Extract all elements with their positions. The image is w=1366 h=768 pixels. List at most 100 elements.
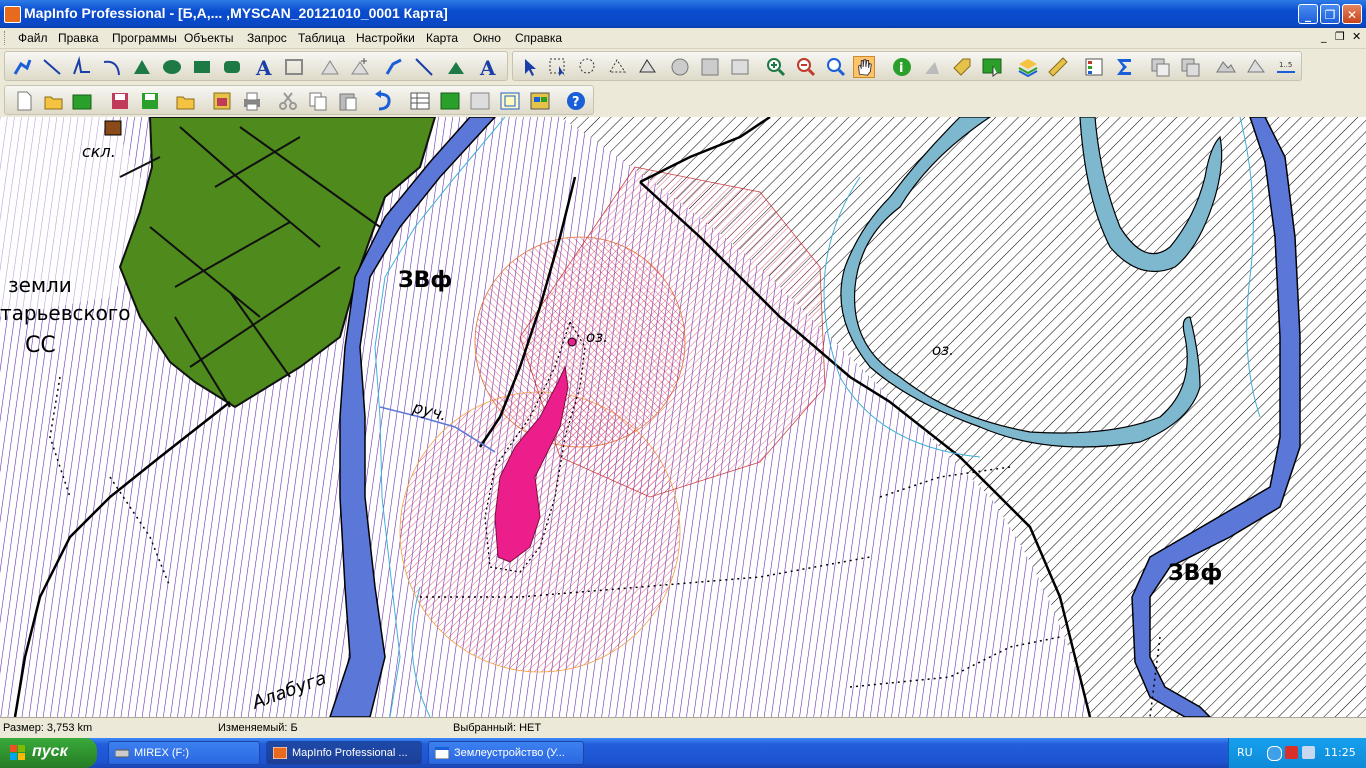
- menu-edit[interactable]: Правка: [58, 31, 99, 45]
- clip-region-icon[interactable]: [1149, 56, 1171, 78]
- add-node-plus-icon[interactable]: [349, 56, 371, 78]
- task-zemleustroistvo[interactable]: Землеустройство (У...: [428, 741, 584, 765]
- map-canvas[interactable]: скл. земли тарьевского СС ЗВф ЗВф оз. оз…: [0, 117, 1366, 717]
- reshape-icon[interactable]: [11, 56, 33, 78]
- label-oz-small: оз.: [586, 328, 608, 346]
- security-tray-icon[interactable]: [1285, 746, 1298, 759]
- new-mapper-icon[interactable]: [439, 90, 461, 112]
- zoom-out-icon[interactable]: [795, 56, 817, 78]
- display-tray-icon[interactable]: [1302, 746, 1315, 759]
- network-tray-icon[interactable]: [1267, 746, 1282, 761]
- minimize-button[interactable]: _: [1298, 4, 1318, 24]
- unselect-all-icon[interactable]: [669, 56, 691, 78]
- label-ss: СС: [25, 333, 56, 358]
- new-grapher-icon[interactable]: [469, 90, 491, 112]
- menu-query[interactable]: Запрос: [247, 31, 287, 45]
- task-mapinfo[interactable]: MapInfo Professional ...: [266, 741, 422, 765]
- new-layout-icon[interactable]: [499, 90, 521, 112]
- main-toolbar: i 1..5: [512, 51, 1302, 81]
- start-label: пуск: [32, 743, 68, 760]
- folder-icon[interactable]: [175, 90, 197, 112]
- menu-table[interactable]: Таблица: [298, 31, 345, 45]
- set-clip-region-icon[interactable]: [1179, 56, 1201, 78]
- start-button[interactable]: пуск: [0, 738, 97, 768]
- svg-text:1..5: 1..5: [1279, 61, 1292, 69]
- digitize-text-icon[interactable]: A: [477, 56, 499, 78]
- mdi-restore-button[interactable]: ❐: [1335, 30, 1345, 43]
- new-browser-icon[interactable]: [409, 90, 431, 112]
- ruler-icon[interactable]: [1047, 56, 1069, 78]
- add-node-icon[interactable]: [319, 56, 341, 78]
- frame-tool-icon[interactable]: [283, 56, 305, 78]
- close-button[interactable]: ✕: [1342, 4, 1362, 24]
- invert-selection-icon[interactable]: [699, 56, 721, 78]
- print-icon[interactable]: [241, 90, 263, 112]
- paste-icon[interactable]: [337, 90, 359, 112]
- change-view-icon[interactable]: [825, 56, 847, 78]
- windows-flag-icon: [10, 745, 25, 760]
- redistricting-icon[interactable]: [529, 90, 551, 112]
- hotlink-icon[interactable]: [921, 56, 943, 78]
- rounded-rectangle-tool-icon[interactable]: [221, 56, 243, 78]
- boundary-select-icon[interactable]: [637, 56, 659, 78]
- select-arrow-icon[interactable]: [519, 56, 541, 78]
- copy-icon[interactable]: [307, 90, 329, 112]
- drag-map-window-icon[interactable]: [981, 56, 1003, 78]
- digitize-line-icon[interactable]: [413, 56, 435, 78]
- polygon-tool-icon[interactable]: [131, 56, 153, 78]
- language-indicator[interactable]: RU: [1237, 746, 1253, 759]
- open-table-icon[interactable]: [43, 90, 65, 112]
- save-icon[interactable]: [109, 90, 131, 112]
- maximize-button[interactable]: ❐: [1320, 4, 1340, 24]
- scale-bar-icon[interactable]: 1..5: [1275, 56, 1297, 78]
- snap-icon[interactable]: [383, 56, 405, 78]
- drawing-toolbar: A A: [4, 51, 508, 81]
- mdi-minimize-button[interactable]: _: [1321, 30, 1327, 43]
- menu-programs[interactable]: Программы: [112, 31, 177, 45]
- info-tool-icon[interactable]: i: [891, 56, 913, 78]
- svg-text:A: A: [255, 56, 272, 78]
- label-tool-icon[interactable]: [951, 56, 973, 78]
- undo-icon[interactable]: [371, 90, 393, 112]
- marquee-select-icon[interactable]: [547, 56, 569, 78]
- open-workspace-icon[interactable]: [71, 90, 93, 112]
- digitize-polygon-icon[interactable]: [445, 56, 467, 78]
- menu-window[interactable]: Окно: [473, 31, 501, 45]
- menu-map[interactable]: Карта: [426, 31, 458, 45]
- save-workspace-icon[interactable]: [139, 90, 161, 112]
- window-title: MapInfo Professional - [Б,А,... ,MYSCAN_…: [24, 5, 448, 21]
- status-editable-layer[interactable]: Изменяемый: Б: [218, 722, 298, 734]
- help-icon[interactable]: ?: [565, 90, 587, 112]
- status-selected-layer[interactable]: Выбранный: НЕТ: [453, 722, 541, 734]
- new-table-icon[interactable]: [13, 90, 35, 112]
- cut-icon[interactable]: [277, 90, 299, 112]
- zoom-in-icon[interactable]: [765, 56, 787, 78]
- legend-icon[interactable]: [1083, 56, 1105, 78]
- clock[interactable]: 11:25: [1324, 746, 1356, 759]
- status-bar: Размер: 3,753 km Изменяемый: Б Выбранный…: [0, 717, 1366, 739]
- radius-select-icon[interactable]: [577, 56, 599, 78]
- statistics-sigma-icon[interactable]: [1113, 56, 1135, 78]
- arc-tool-icon[interactable]: [101, 56, 123, 78]
- layer-control-icon[interactable]: [1017, 56, 1039, 78]
- polygon-select-icon[interactable]: [607, 56, 629, 78]
- menu-settings[interactable]: Настройки: [356, 31, 415, 45]
- menu-file[interactable]: Файл: [18, 31, 48, 45]
- save-copy-icon[interactable]: [211, 90, 233, 112]
- graph-select-icon[interactable]: [729, 56, 751, 78]
- svg-text:i: i: [899, 61, 903, 76]
- text-tool-icon[interactable]: A: [253, 56, 275, 78]
- task-mirex[interactable]: MIREX (F:): [108, 741, 260, 765]
- 3d-map-icon[interactable]: [1215, 56, 1237, 78]
- grabber-hand-button[interactable]: [853, 56, 875, 78]
- prism-map-icon[interactable]: [1245, 56, 1267, 78]
- map-window[interactable]: скл. земли тарьевского СС ЗВф ЗВф оз. оз…: [0, 117, 1366, 717]
- menu-help[interactable]: Справка: [515, 31, 562, 45]
- line-tool-icon[interactable]: [41, 56, 63, 78]
- polyline-tool-icon[interactable]: [71, 56, 93, 78]
- ellipse-tool-icon[interactable]: [161, 56, 183, 78]
- mdi-close-button[interactable]: ✕: [1352, 30, 1361, 43]
- title-bar[interactable]: MapInfo Professional - [Б,А,... ,MYSCAN_…: [0, 0, 1366, 28]
- menu-objects[interactable]: Объекты: [184, 31, 234, 45]
- rectangle-tool-icon[interactable]: [191, 56, 213, 78]
